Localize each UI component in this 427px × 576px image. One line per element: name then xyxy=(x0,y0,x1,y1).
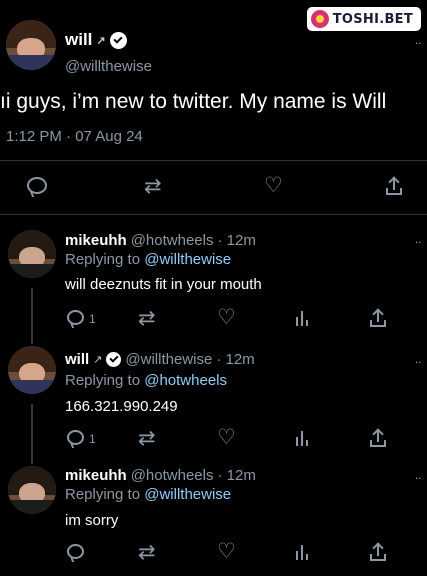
author-name[interactable]: will ↗ xyxy=(65,30,127,50)
retweet-icon[interactable]: ⇄ xyxy=(138,542,156,563)
author-name[interactable]: mikeuhh xyxy=(65,232,127,249)
replying-to: Replying to @hotwheels xyxy=(65,372,227,389)
share-icon[interactable] xyxy=(386,176,402,195)
reply-time: · 12m xyxy=(216,351,255,368)
views-icon[interactable] xyxy=(296,544,312,560)
reply-icon[interactable] xyxy=(67,310,84,325)
reply-count: 1 xyxy=(89,432,96,446)
avatar[interactable] xyxy=(8,466,56,514)
like-icon[interactable]: ♡ xyxy=(217,541,236,562)
reply-icon[interactable] xyxy=(67,430,84,445)
reply-time: · 12m xyxy=(217,467,256,484)
reply-icon[interactable] xyxy=(27,177,47,194)
author-handle[interactable]: @hotwheels xyxy=(131,467,214,484)
divider xyxy=(0,160,427,161)
mention-link[interactable]: @willthewise xyxy=(144,251,231,268)
mention-link[interactable]: @willthewise xyxy=(144,486,231,503)
avatar[interactable] xyxy=(8,346,56,394)
tweet-text: ıi guys, i’m new to twitter. My name is … xyxy=(0,90,387,113)
retweet-icon[interactable]: ⇄ xyxy=(138,308,156,329)
share-icon[interactable] xyxy=(370,542,386,561)
reply-count: 1 xyxy=(89,312,96,326)
reply-time: · 12m xyxy=(217,232,256,249)
reply-tweet[interactable]: mikeuhh @hotwheels · 12m ·· Replying to … xyxy=(0,228,427,340)
views-icon[interactable] xyxy=(296,310,312,326)
share-icon[interactable] xyxy=(370,428,386,447)
verified-icon xyxy=(106,352,122,367)
like-icon[interactable]: ♡ xyxy=(217,427,236,448)
avatar[interactable] xyxy=(6,20,56,70)
author-name[interactable]: mikeuhh xyxy=(65,467,127,484)
reply-text: 166.321.990.249 xyxy=(65,398,178,415)
more-icon[interactable]: ·· xyxy=(414,234,422,249)
more-icon[interactable]: ·· xyxy=(414,354,422,369)
more-icon[interactable]: ·· xyxy=(414,35,422,50)
reply-text: will deeznuts fit in your mouth xyxy=(65,276,262,293)
replying-to-prefix: Replying to xyxy=(65,251,145,268)
retweet-icon[interactable]: ⇄ xyxy=(144,176,162,197)
author-handle[interactable]: @willthewise xyxy=(125,351,212,368)
share-icon[interactable] xyxy=(370,308,386,327)
reply-icon[interactable] xyxy=(67,544,84,559)
more-icon[interactable]: ·· xyxy=(414,470,422,485)
tweet-actions: ⇄ ♡ xyxy=(0,172,427,202)
replying-to: Replying to @willthewise xyxy=(65,486,231,503)
author-name-text: will xyxy=(65,30,93,49)
author-handle[interactable]: @willthewise xyxy=(65,58,152,75)
retweet-icon[interactable]: ⇄ xyxy=(138,428,156,449)
replying-to-prefix: Replying to xyxy=(65,486,145,503)
mention-link[interactable]: @hotwheels xyxy=(144,372,227,389)
wand-icon: ↗ xyxy=(93,354,103,366)
reply-header: mikeuhh @hotwheels · 12m xyxy=(65,232,256,249)
wand-icon: ↗ xyxy=(96,34,106,47)
avatar[interactable] xyxy=(8,230,56,278)
reply-text: im sorry xyxy=(65,512,119,529)
author-handle[interactable]: @hotwheels xyxy=(131,232,214,249)
reply-tweet[interactable]: mikeuhh @hotwheels · 12m ·· Replying to … xyxy=(0,464,427,576)
divider xyxy=(0,214,427,215)
reply-header: mikeuhh @hotwheels · 12m xyxy=(65,467,256,484)
views-icon[interactable] xyxy=(296,430,312,446)
like-icon[interactable]: ♡ xyxy=(217,307,236,328)
author-name[interactable]: will xyxy=(65,351,89,368)
replying-to-prefix: Replying to xyxy=(65,372,145,389)
reply-header: will ↗ @willthewise · 12m xyxy=(65,351,255,368)
reply-tweet[interactable]: will ↗ @willthewise · 12m ·· Replying to… xyxy=(0,346,427,460)
tweet-timestamp[interactable]: 1:12 PM · 07 Aug 24 xyxy=(6,128,143,145)
like-icon[interactable]: ♡ xyxy=(264,175,283,196)
verified-icon xyxy=(109,31,127,49)
replying-to: Replying to @willthewise xyxy=(65,251,231,268)
main-tweet: will ↗ @willthewise ·· ıi guys, i’m new … xyxy=(0,0,427,218)
